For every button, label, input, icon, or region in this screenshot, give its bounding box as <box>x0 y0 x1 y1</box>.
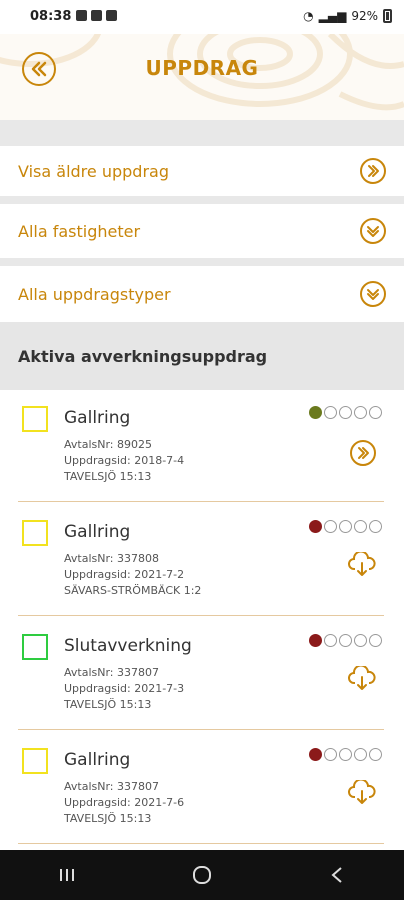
assignment-type: Slutavverkning <box>64 636 192 656</box>
divider <box>0 258 404 266</box>
status-dot <box>324 406 337 419</box>
notification-icons <box>76 10 117 21</box>
assignment-checkbox[interactable] <box>22 406 48 432</box>
status-dot <box>354 748 367 761</box>
status-dot-filled <box>309 520 322 533</box>
back-icon <box>331 867 342 883</box>
page-title: UPPDRAG <box>145 56 259 80</box>
assignment-checkbox[interactable] <box>22 634 48 660</box>
status-dot <box>324 634 337 647</box>
status-dot-filled <box>309 634 322 647</box>
double-chevron-down-icon[interactable] <box>360 281 386 307</box>
property-name: TAVELSJÖ 15:13 <box>64 812 152 825</box>
assignment-card[interactable]: Gallring AvtalsNr: 337807 Uppdragsid: 20… <box>18 744 384 844</box>
notification-icon <box>106 10 117 21</box>
status-dot <box>369 406 382 419</box>
app-header: UPPDRAG <box>0 34 404 120</box>
battery-percent: 92% <box>351 9 378 23</box>
cloud-download-icon[interactable] <box>348 550 376 582</box>
progress-dots <box>309 520 382 533</box>
filter-properties[interactable]: Alla fastigheter <box>0 204 404 258</box>
recent-apps-icon <box>60 869 75 881</box>
status-dot <box>369 634 382 647</box>
assignment-date: Uppdragsid: 2021-7-6 <box>64 796 185 809</box>
double-chevron-down-icon[interactable] <box>360 218 386 244</box>
divider <box>0 120 404 146</box>
contract-number: AvtalsNr: 337807 <box>64 780 159 793</box>
battery-icon <box>383 9 392 23</box>
status-dot <box>324 748 337 761</box>
double-chevron-right-icon[interactable] <box>360 158 386 184</box>
property-name: TAVELSJÖ 15:13 <box>64 470 152 483</box>
assignment-type: Gallring <box>64 750 131 770</box>
progress-dots <box>309 634 382 647</box>
assignment-type: Gallring <box>64 522 131 542</box>
filter-label: Alla fastigheter <box>18 221 141 241</box>
progress-dots <box>309 406 382 419</box>
assignment-card[interactable]: Gallring AvtalsNr: 337808 Uppdragsid: 20… <box>18 516 384 616</box>
assignment-date: Uppdragsid: 2021-7-2 <box>64 568 185 581</box>
status-dot <box>369 748 382 761</box>
status-dot <box>354 634 367 647</box>
contract-number: AvtalsNr: 337807 <box>64 666 159 679</box>
recent-apps-button[interactable] <box>37 855 97 895</box>
filter-label: Visa äldre uppdrag <box>18 161 169 181</box>
wifi-icon: ◔ <box>303 9 314 23</box>
system-nav-bar <box>0 850 404 900</box>
gallery-icon <box>76 10 87 21</box>
filter-label: Alla uppdragstyper <box>18 284 171 304</box>
assignment-date: Uppdragsid: 2021-7-3 <box>64 682 185 695</box>
status-dot-filled <box>309 406 322 419</box>
signal-icon: ▂▄▆ <box>318 9 347 23</box>
assignment-card[interactable]: Gallring AvtalsNr: 89025 Uppdragsid: 201… <box>18 402 384 502</box>
status-dot <box>369 520 382 533</box>
double-chevron-right-icon[interactable] <box>350 440 376 466</box>
app-icon <box>91 10 102 21</box>
contract-number: AvtalsNr: 337808 <box>64 552 159 565</box>
assignment-checkbox[interactable] <box>22 748 48 774</box>
status-dot-filled <box>309 748 322 761</box>
progress-dots <box>309 748 382 761</box>
status-dot <box>354 520 367 533</box>
cloud-download-icon[interactable] <box>348 778 376 810</box>
assignment-date: Uppdragsid: 2018-7-4 <box>64 454 185 467</box>
cloud-download-icon[interactable] <box>348 664 376 696</box>
assignment-card[interactable]: Slutavverkning AvtalsNr: 337807 Uppdrags… <box>18 630 384 730</box>
divider <box>0 196 404 204</box>
section-header: Aktiva avverkningsuppdrag <box>0 322 404 390</box>
contract-number: AvtalsNr: 89025 <box>64 438 152 451</box>
status-bar: 08:38 ◔ ▂▄▆ 92% <box>0 0 404 34</box>
home-button[interactable] <box>172 855 232 895</box>
filter-assignment-types[interactable]: Alla uppdragstyper <box>0 266 404 322</box>
property-name: TAVELSJÖ 15:13 <box>64 698 152 711</box>
property-name: SÄVARS-STRÖMBÄCK 1:2 <box>64 584 202 597</box>
status-dot <box>339 520 352 533</box>
assignment-type: Gallring <box>64 408 131 428</box>
section-title: Aktiva avverkningsuppdrag <box>18 346 268 366</box>
filter-older-assignments[interactable]: Visa äldre uppdrag <box>0 146 404 196</box>
home-icon <box>192 866 211 884</box>
status-dot <box>339 634 352 647</box>
status-dot <box>324 520 337 533</box>
assignment-checkbox[interactable] <box>22 520 48 546</box>
status-time: 08:38 <box>30 9 72 24</box>
system-icons: ◔ ▂▄▆ 92% <box>303 9 392 23</box>
back-nav-button[interactable] <box>307 855 367 895</box>
status-dot <box>354 406 367 419</box>
status-dot <box>339 748 352 761</box>
status-dot <box>339 406 352 419</box>
